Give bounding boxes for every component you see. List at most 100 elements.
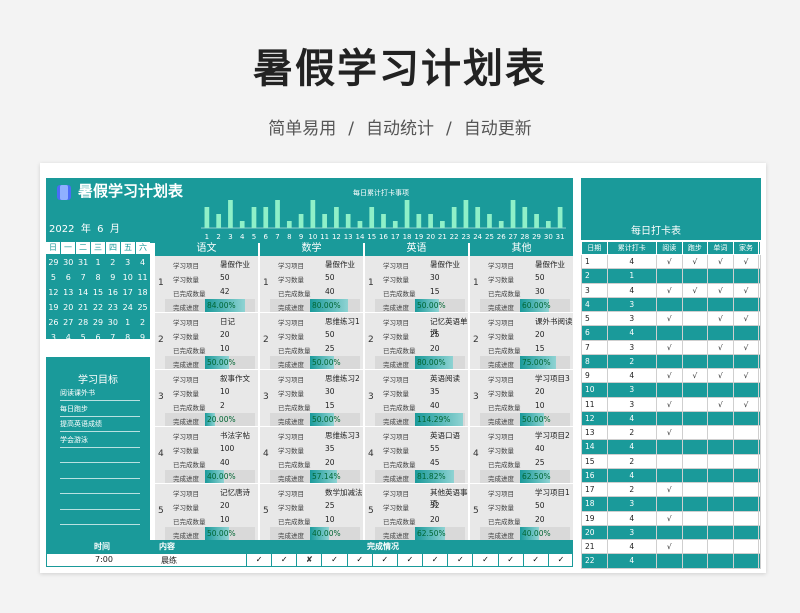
calendar-day[interactable]: 4 (61, 331, 76, 345)
checkin-mark[interactable] (681, 296, 709, 313)
checkin-mark[interactable] (707, 424, 734, 441)
checkin-extra[interactable] (758, 396, 761, 412)
calendar-day[interactable]: 25 (135, 301, 150, 315)
checkin-extra[interactable] (758, 253, 761, 270)
checkin-mark[interactable] (732, 296, 760, 313)
checkin-mark[interactable] (656, 553, 683, 569)
calendar-day[interactable]: 19 (46, 301, 61, 315)
checkin-mark[interactable]: √ (656, 481, 683, 498)
calendar-day[interactable]: 1 (120, 316, 135, 330)
checkin-mark[interactable] (732, 481, 760, 498)
checkin-mark[interactable] (707, 467, 734, 484)
checkin-mark[interactable] (707, 382, 734, 398)
checkin-mark[interactable]: √ (656, 339, 683, 355)
checkin-mark[interactable]: √ (681, 253, 709, 270)
checkin-extra[interactable] (758, 439, 761, 455)
calendar-day[interactable]: 11 (135, 271, 150, 285)
checkin-extra[interactable] (758, 353, 761, 370)
calendar-day[interactable]: 2 (135, 316, 150, 330)
checkin-mark[interactable] (681, 538, 709, 555)
calendar-day[interactable]: 6 (91, 331, 106, 345)
checkin-mark[interactable] (681, 353, 709, 370)
checkin-mark[interactable]: √ (681, 367, 709, 384)
checkin-mark[interactable] (732, 410, 760, 427)
checkin-extra[interactable] (758, 453, 761, 469)
checkin-mark[interactable]: √ (707, 253, 734, 270)
completion-check[interactable]: ✓ (321, 553, 346, 567)
completion-check[interactable]: ✓ (447, 553, 472, 567)
checkin-mark[interactable] (732, 453, 760, 469)
goal-item[interactable] (60, 511, 140, 525)
checkin-mark[interactable]: √ (707, 310, 734, 327)
calendar-day[interactable]: 9 (105, 271, 120, 285)
checkin-mark[interactable]: √ (732, 310, 760, 327)
checkin-mark[interactable] (707, 296, 734, 313)
goal-item[interactable] (60, 465, 140, 479)
checkin-mark[interactable] (707, 410, 734, 427)
calendar-day[interactable]: 22 (91, 301, 106, 315)
checkin-extra[interactable] (758, 424, 761, 441)
checkin-mark[interactable] (732, 510, 760, 526)
checkin-mark[interactable] (656, 496, 683, 512)
calendar-day[interactable]: 18 (135, 286, 150, 300)
checkin-mark[interactable] (707, 439, 734, 455)
checkin-mark[interactable] (681, 396, 709, 412)
completion-check[interactable]: ✓ (396, 553, 422, 567)
checkin-extra[interactable] (758, 467, 761, 484)
completion-check[interactable]: ✘ (296, 553, 321, 567)
calendar-day[interactable]: 16 (105, 286, 120, 300)
calendar-day[interactable]: 28 (76, 316, 91, 330)
checkin-mark[interactable] (681, 310, 709, 327)
calendar-day[interactable]: 31 (76, 256, 91, 270)
calendar-day[interactable]: 7 (105, 331, 120, 345)
checkin-mark[interactable] (681, 453, 709, 469)
calendar-day[interactable]: 27 (61, 316, 76, 330)
checkin-mark[interactable] (656, 453, 683, 469)
checkin-mark[interactable] (732, 353, 760, 370)
checkin-mark[interactable]: √ (707, 367, 734, 384)
completion-check[interactable]: ✓ (246, 553, 271, 567)
checkin-mark[interactable]: √ (656, 310, 683, 327)
checkin-mark[interactable] (732, 268, 760, 284)
calendar-day[interactable]: 10 (120, 271, 135, 285)
calendar-day[interactable]: 13 (61, 286, 76, 300)
goal-item[interactable]: 学会游泳 (60, 434, 140, 448)
calendar-day[interactable]: 14 (76, 286, 91, 300)
checkin-mark[interactable]: √ (732, 339, 760, 355)
checkin-mark[interactable] (681, 439, 709, 455)
checkin-extra[interactable] (758, 481, 761, 498)
checkin-mark[interactable] (681, 510, 709, 526)
calendar-day[interactable]: 21 (76, 301, 91, 315)
checkin-mark[interactable]: √ (656, 538, 683, 555)
calendar-day[interactable]: 9 (135, 331, 150, 345)
checkin-extra[interactable] (758, 282, 761, 298)
calendar-day[interactable]: 30 (105, 316, 120, 330)
checkin-mark[interactable] (732, 538, 760, 555)
calendar-day[interactable]: 8 (120, 331, 135, 345)
checkin-mark[interactable] (732, 382, 760, 398)
calendar-day[interactable]: 3 (120, 256, 135, 270)
checkin-extra[interactable] (758, 496, 761, 512)
calendar-day[interactable]: 8 (91, 271, 106, 285)
checkin-mark[interactable] (656, 410, 683, 427)
checkin-mark[interactable] (707, 453, 734, 469)
checkin-mark[interactable] (707, 353, 734, 370)
calendar-day[interactable]: 29 (91, 316, 106, 330)
checkin-mark[interactable] (656, 467, 683, 484)
calendar-day[interactable]: 29 (46, 256, 61, 270)
checkin-mark[interactable]: √ (707, 339, 734, 355)
checkin-mark[interactable] (732, 424, 760, 441)
goal-item[interactable]: 提高英语成绩 (60, 418, 140, 432)
checkin-mark[interactable]: √ (732, 282, 760, 298)
calendar-day[interactable]: 20 (61, 301, 76, 315)
checkin-extra[interactable] (758, 339, 761, 355)
checkin-mark[interactable] (681, 424, 709, 441)
checkin-mark[interactable] (707, 538, 734, 555)
checkin-mark[interactable] (656, 353, 683, 370)
calendar-day[interactable]: 5 (76, 331, 91, 345)
goal-item[interactable] (60, 480, 140, 494)
checkin-mark[interactable]: √ (732, 367, 760, 384)
checkin-mark[interactable] (707, 553, 734, 569)
checkin-mark[interactable] (656, 439, 683, 455)
calendar-day[interactable]: 17 (120, 286, 135, 300)
